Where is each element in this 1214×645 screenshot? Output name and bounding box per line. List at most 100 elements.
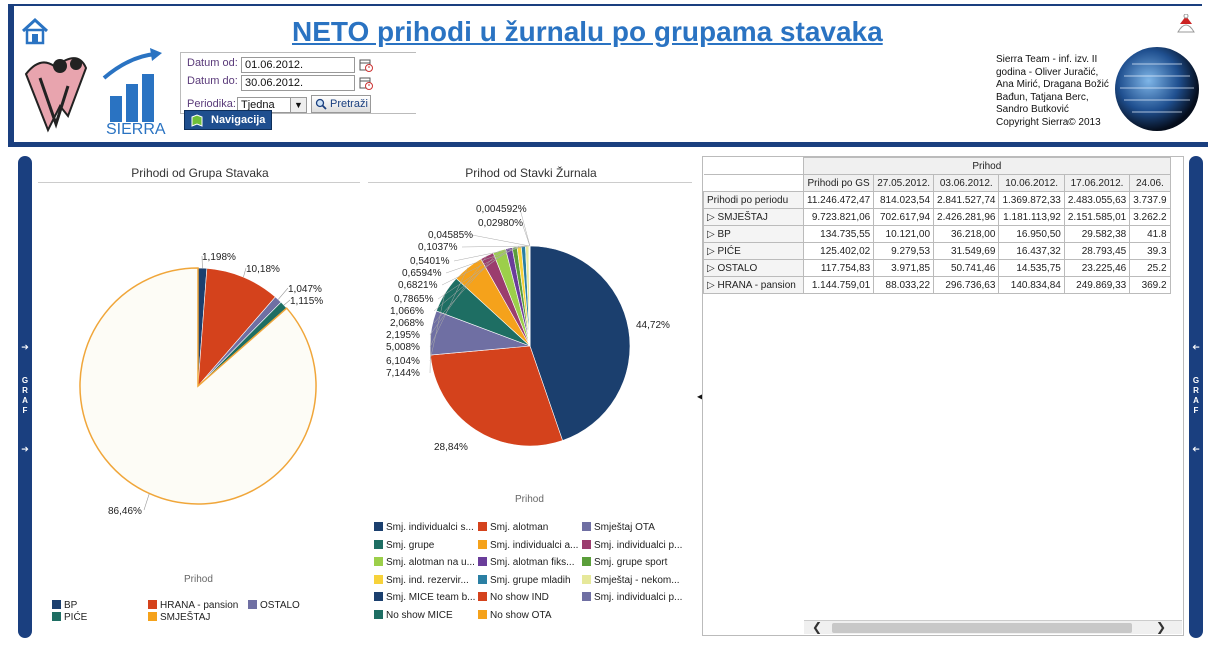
table-column-header[interactable]: Prihodi po GS <box>802 174 875 192</box>
slice-label: 2,068% <box>390 318 424 329</box>
legend-item[interactable]: Smj. alotman <box>478 522 548 533</box>
table-cell: 10.121,00 <box>873 225 935 243</box>
table-column-header[interactable]: 24.06. <box>1129 174 1171 192</box>
table-cell: 1.369.872,33 <box>998 191 1065 209</box>
sidebar-label: G R A F <box>18 376 32 416</box>
slice-label: 0,02980% <box>478 218 523 229</box>
home-icon[interactable] <box>20 16 50 46</box>
table-cell: 31.549,69 <box>933 242 1000 260</box>
slice-label: 5,008% <box>386 342 420 353</box>
left-graph-sidebar[interactable]: ➔ G R A F ➔ <box>18 156 32 638</box>
legend-label: Smještaj - nekom... <box>594 574 680 586</box>
legend-item[interactable]: HRANA - pansion <box>148 600 238 611</box>
calendar-icon[interactable] <box>359 58 373 72</box>
legend-swatch <box>52 612 61 621</box>
period-row: Periodika: <box>187 98 241 110</box>
pivot-table: Prihod Prihodi po GS 27.05.2012. 03.06.201… <box>703 157 1171 294</box>
legend-item[interactable]: Smj. individualci p... <box>582 539 682 551</box>
credits-line: Sandro Butković <box>996 104 1069 115</box>
table-cell: 23.225,46 <box>1063 259 1131 277</box>
sidebar-letter: A <box>22 396 28 405</box>
table-row-header[interactable]: ▷ SMJEŠTAJ <box>703 208 804 226</box>
legend-label: Smj. grupe <box>386 539 435 551</box>
table-row[interactable]: ▷ SMJEŠTAJ 9.723.821,06 702.617,94 2.426.28… <box>703 208 1171 226</box>
date-to-input[interactable]: 30.06.2012. <box>241 75 355 91</box>
arrow-right-icon[interactable]: ➔ <box>20 444 30 454</box>
right-graph-sidebar[interactable]: ➔ G R A F ➔ <box>1189 156 1203 638</box>
horizontal-scrollbar[interactable]: ❮ ❯ <box>804 620 1182 634</box>
legend-label: SMJEŠTAJ <box>160 612 211 623</box>
table-column-header[interactable]: 27.05.2012. <box>873 174 935 192</box>
sidebar-label: G R A F <box>1189 376 1203 416</box>
left-chart-divider <box>38 182 360 183</box>
table-row-header[interactable]: ▷ HRANA - pansion <box>703 276 804 294</box>
table-row-header[interactable]: ▷ PIĆE <box>703 242 804 260</box>
legend-item[interactable]: Smještaj - nekom... <box>582 574 680 586</box>
legend-item[interactable]: Smj. alotman fiks... <box>478 557 574 568</box>
slice-label: 0,1037% <box>418 242 458 253</box>
table-column-header[interactable]: 03.06.2012. <box>933 174 1000 192</box>
slice-label: 1,047% <box>288 284 322 295</box>
legend-item[interactable]: Smj. grupe mladih <box>478 574 571 586</box>
legend-label: Smj. individualci s... <box>386 522 474 533</box>
date-from-label: Datum od: <box>187 57 238 69</box>
legend-item[interactable]: SMJEŠTAJ <box>148 612 210 623</box>
table-cell: 88.033,22 <box>873 276 935 294</box>
legend-item[interactable]: Smj. grupe <box>374 539 435 551</box>
legend-item[interactable]: Smj. individualci s... <box>374 522 474 533</box>
legend-label: No show MICE <box>386 609 453 621</box>
table-row[interactable]: Prihodi po periodu 11.246.472,47 814.023,5… <box>703 191 1171 209</box>
scrollbar-thumb[interactable] <box>832 623 1132 633</box>
table-row[interactable]: ▷ OSTALO 117.754,83 3.971,85 50.741,46 14.53… <box>703 259 1171 277</box>
legend-item[interactable]: BP <box>52 600 77 611</box>
table-cell: 1.181.113,92 <box>998 208 1065 226</box>
table-cell: 369.2 <box>1129 276 1171 294</box>
table-column-header[interactable]: 10.06.2012. <box>998 174 1065 192</box>
table-cell: 28.793,45 <box>1063 242 1131 260</box>
legend-item[interactable]: Smj. alotman na u... <box>374 557 475 568</box>
legend-swatch <box>582 574 591 584</box>
arrow-left-icon[interactable]: ➔ <box>1191 444 1201 454</box>
table-row[interactable]: ▷ HRANA - pansion 1.144.759,01 88.033,22 29… <box>703 276 1171 294</box>
table-cell: 16.950,50 <box>998 225 1065 243</box>
table-row-header[interactable]: ▷ OSTALO <box>703 259 804 277</box>
legend-swatch <box>478 574 487 584</box>
legend-label: HRANA - pansion <box>160 600 239 611</box>
legend-item[interactable]: Smj. MICE team b... <box>374 592 475 603</box>
search-button[interactable]: Pretraži <box>311 95 371 113</box>
navigation-button[interactable]: Navigacija ⌄ <box>184 110 272 144</box>
table-cell: 39.3 <box>1129 242 1171 260</box>
legend-item[interactable]: No show IND <box>478 592 549 603</box>
legend-item[interactable]: Smj. grupe sport <box>582 557 667 568</box>
page-title[interactable]: NETO prihodi u žurnalu po grupama stavak… <box>292 16 883 48</box>
date-from-input[interactable]: 01.06.2012. <box>241 57 355 73</box>
legend-swatch <box>374 539 383 549</box>
legend-swatch <box>582 522 591 531</box>
legend-item[interactable]: Smj. ind. rezervir... <box>374 574 469 586</box>
arrow-right-icon[interactable]: ➔ <box>20 342 30 352</box>
scroll-left-icon[interactable]: ❮ <box>812 621 822 634</box>
table-cell: 117.754,83 <box>802 259 875 277</box>
legend-item[interactable]: Smj. individualci p... <box>582 592 682 603</box>
table-row-header[interactable]: Prihodi po periodu <box>703 191 804 209</box>
table-row[interactable]: ▷ PIĆE 125.402,02 9.279,53 31.549,69 16.437,… <box>703 242 1171 260</box>
legend-item[interactable]: No show MICE <box>374 609 453 621</box>
scroll-right-icon[interactable]: ❯ <box>1156 621 1166 634</box>
legend-item[interactable]: Smještaj OTA <box>582 522 655 533</box>
arrow-left-icon[interactable]: ➔ <box>1191 342 1201 352</box>
legend-item[interactable]: Smj. individualci a... <box>478 539 578 551</box>
table-row-header[interactable]: ▷ BP <box>703 225 804 243</box>
chevron-down-icon[interactable]: ▼ <box>290 98 306 112</box>
table-row[interactable]: ▷ BP 134.735,55 10.121,00 36.218,00 16.950,5… <box>703 225 1171 243</box>
calendar-icon[interactable] <box>359 76 373 90</box>
legend-item[interactable]: OSTALO <box>248 600 300 611</box>
table-corner <box>703 157 804 175</box>
legend-item[interactable]: No show OTA <box>478 609 552 621</box>
credits-line: Ana Mirić, Dragana Božić <box>996 79 1109 90</box>
credits-line: Copyright Sierra© 2013 <box>996 116 1101 128</box>
legend-label: No show IND <box>490 592 549 603</box>
legend-label: Smj. grupe mladih <box>490 574 571 586</box>
legend-item[interactable]: PIĆE <box>52 612 87 623</box>
table-column-header[interactable]: 17.06.2012. <box>1063 174 1131 192</box>
slice-label: 86,46% <box>108 506 142 517</box>
